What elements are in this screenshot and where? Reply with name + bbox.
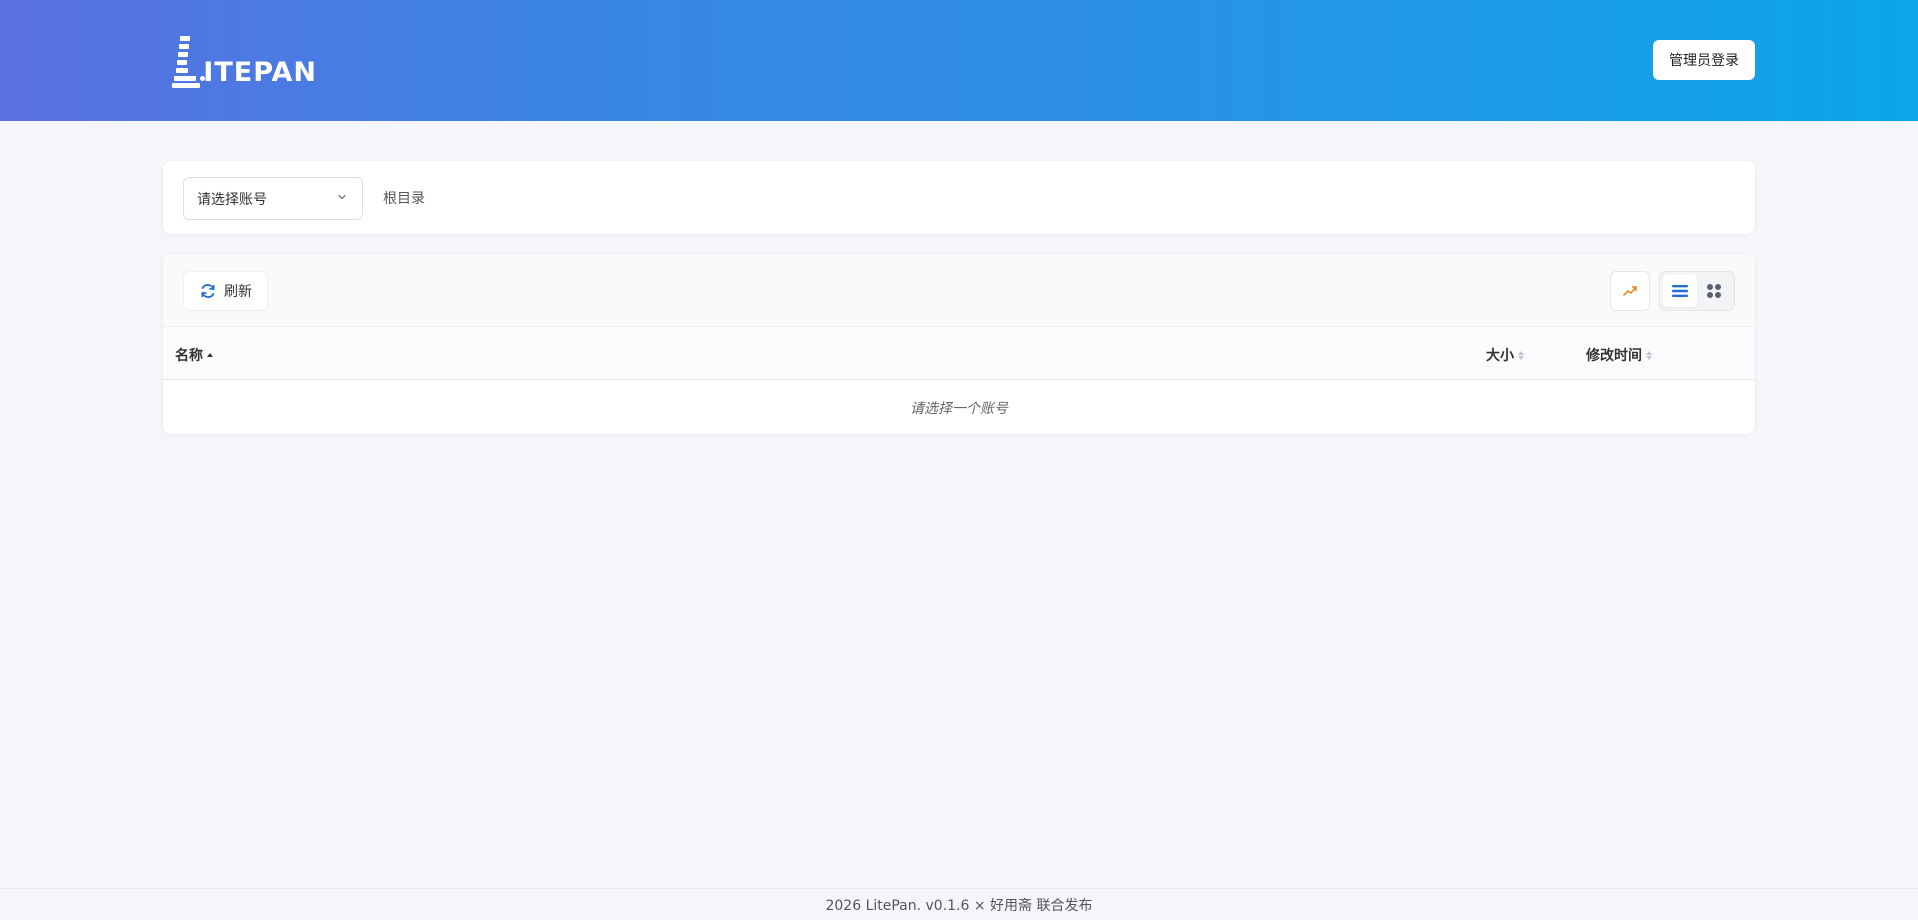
list-view-button[interactable] — [1663, 275, 1697, 307]
footer-text: 2026 LitePan. v0.1.6 × 好用斋 联合发布 — [825, 897, 1093, 914]
stats-button[interactable] — [1610, 271, 1650, 311]
sort-icon — [1518, 350, 1524, 360]
column-size-label: 大小 — [1486, 348, 1514, 364]
file-toolbar: 刷新 — [163, 254, 1755, 327]
admin-login-button[interactable]: 管理员登录 — [1653, 40, 1755, 80]
table-header: 名称 大小 修改时间 — [163, 327, 1755, 380]
refresh-icon — [201, 284, 215, 298]
refresh-label: 刷新 — [224, 283, 252, 299]
header-banner: ITEPAN 管理员登录 — [0, 0, 1918, 121]
logo-l-mark — [172, 36, 210, 88]
refresh-button[interactable]: 刷新 — [183, 271, 268, 311]
breadcrumb-root[interactable]: 根目录 — [383, 188, 425, 208]
view-mode-toggle — [1659, 271, 1735, 311]
trending-up-icon — [1623, 286, 1637, 296]
navigation-card: 请选择账号 根目录 — [163, 161, 1755, 234]
column-name-label: 名称 — [175, 348, 203, 364]
grid-icon — [1707, 284, 1721, 298]
file-list-card: 刷新 名称 大小 修改时间 请选择一个账号 — [163, 254, 1755, 434]
column-header-size[interactable]: 大小 — [1486, 345, 1524, 365]
empty-state-message: 请选择一个账号 — [910, 400, 1008, 417]
account-select-placeholder: 请选择账号 — [197, 191, 267, 208]
column-modified-label: 修改时间 — [1586, 348, 1642, 364]
sort-asc-icon — [207, 353, 213, 357]
column-header-name[interactable]: 名称 — [175, 345, 213, 365]
footer: 2026 LitePan. v0.1.6 × 好用斋 联合发布 — [0, 888, 1918, 920]
account-select[interactable]: 请选择账号 — [183, 177, 363, 220]
chevron-down-icon — [338, 194, 346, 200]
list-icon — [1672, 285, 1688, 297]
column-header-modified[interactable]: 修改时间 — [1586, 345, 1652, 365]
logo-text: ITEPAN — [203, 57, 317, 88]
litepan-logo[interactable]: ITEPAN — [172, 32, 317, 88]
sort-icon — [1646, 350, 1652, 360]
grid-view-button[interactable] — [1697, 275, 1731, 307]
